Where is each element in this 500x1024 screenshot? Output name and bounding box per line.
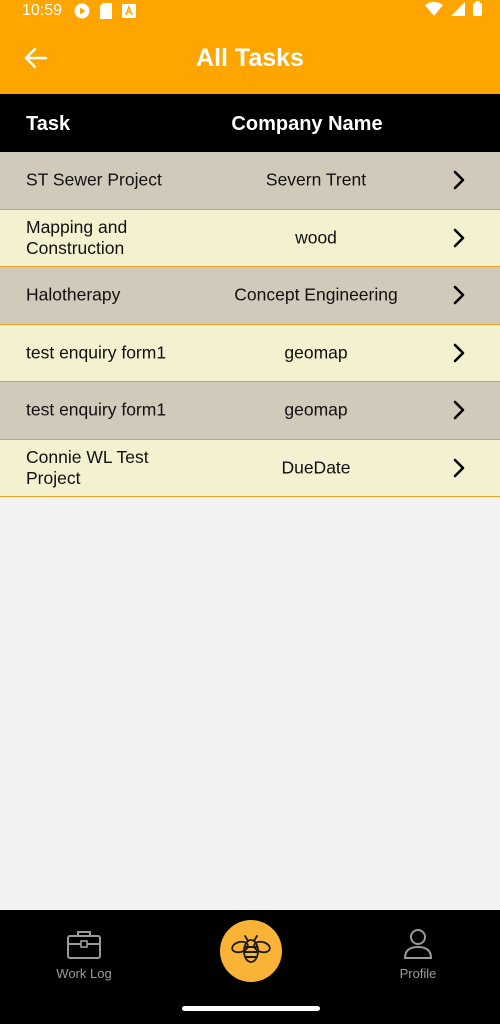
task-name: test enquiry form1 xyxy=(26,399,167,420)
table-row[interactable]: Connie WL Test Project DueDate xyxy=(0,439,500,497)
company-name: DueDate xyxy=(281,457,351,478)
status-bar: 10:59 xyxy=(0,0,500,22)
bottom-nav: Work Log Profile xyxy=(0,910,500,1024)
font-a-icon xyxy=(122,4,137,18)
table-row[interactable]: test enquiry form1 geomap xyxy=(0,324,500,382)
nav-work-log[interactable]: Work Log xyxy=(29,928,139,981)
chevron-right-icon xyxy=(448,227,470,249)
person-icon xyxy=(363,928,473,960)
home-bee-button[interactable] xyxy=(220,920,282,982)
cell-signal-icon xyxy=(451,1,465,21)
wifi-icon xyxy=(425,1,443,21)
table-header: Task Company Name xyxy=(0,94,500,152)
task-name: Mapping and Construction xyxy=(26,216,128,258)
table-row[interactable]: test enquiry form1 geomap xyxy=(0,382,500,440)
company-name: Concept Engineering xyxy=(234,284,398,305)
chevron-right-icon xyxy=(448,169,470,191)
task-list: ST Sewer Project Severn Trent Mapping an… xyxy=(0,152,500,497)
table-row[interactable]: Mapping and Construction wood xyxy=(0,209,500,267)
task-name: Halotherapy xyxy=(26,284,121,305)
status-time: 10:59 xyxy=(22,2,63,19)
play-protect-icon xyxy=(74,3,90,19)
column-header-company: Company Name xyxy=(231,113,383,135)
task-name: test enquiry form1 xyxy=(26,342,167,363)
company-name: wood xyxy=(295,227,337,248)
column-header-task: Task xyxy=(26,113,71,135)
bee-icon xyxy=(231,932,271,971)
task-name: Connie WL Test Project xyxy=(26,446,149,488)
chevron-right-icon xyxy=(448,284,470,306)
company-name: geomap xyxy=(284,399,348,420)
chevron-right-icon xyxy=(448,457,470,479)
briefcase-icon xyxy=(29,928,139,960)
task-name: ST Sewer Project xyxy=(26,169,162,190)
battery-icon xyxy=(473,1,482,21)
page-title: All Tasks xyxy=(196,44,304,72)
nav-work-log-label: Work Log xyxy=(56,966,112,981)
app-bar: All Tasks xyxy=(0,22,500,94)
chevron-right-icon xyxy=(448,399,470,421)
company-name: geomap xyxy=(284,342,348,363)
sd-card-icon xyxy=(100,3,113,19)
chevron-right-icon xyxy=(448,342,470,364)
company-name: Severn Trent xyxy=(265,169,367,190)
system-home-indicator[interactable] xyxy=(182,1006,320,1011)
table-row[interactable]: Halotherapy Concept Engineering xyxy=(0,267,500,325)
table-row[interactable]: ST Sewer Project Severn Trent xyxy=(0,152,500,210)
nav-profile-label: Profile xyxy=(399,966,437,981)
nav-profile[interactable]: Profile xyxy=(363,928,473,981)
